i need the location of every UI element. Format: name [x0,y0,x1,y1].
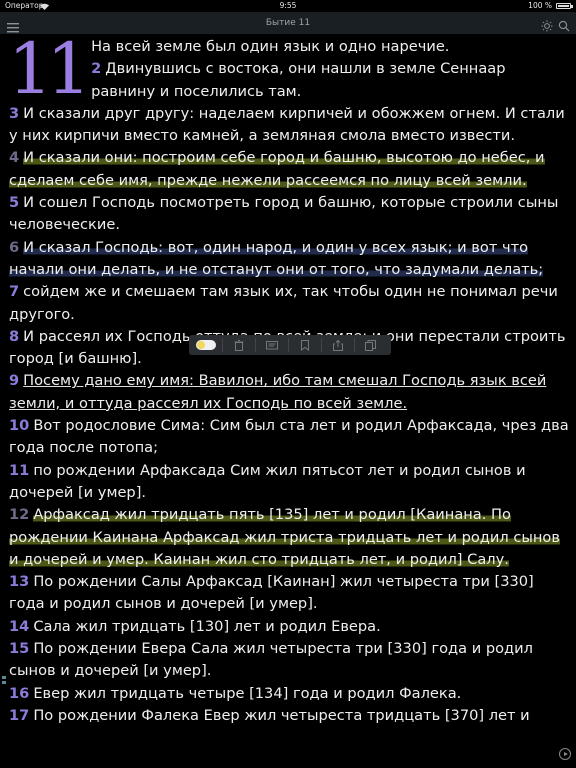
verse-number: 5 [9,194,20,212]
chapter-text: 11 На всей земле был один язык и одно на… [8,28,569,727]
verse-number: 13 [9,573,30,591]
verse-11[interactable]: 11 по рождении Арфаксада Сим жил пятьсот … [9,460,569,505]
verse-text: По рождении Евера Сала жил четыреста три… [9,640,533,680]
verse-9[interactable]: 9 Посему дано ему имя: Вавилон, ибо там с… [9,370,569,415]
verse-2[interactable]: 2 Двинувшись с востока, они нашли в земле… [9,58,569,103]
verse-12[interactable]: 12 Арфаксад жил тридцать пять [135] лет и… [9,504,569,571]
note-button[interactable] [255,335,288,355]
copy-button[interactable] [354,335,387,355]
verse-text: По рождении Салы Арфаксад [Каинан] жил ч… [9,573,534,613]
verse-text: И сказал Господь: вот, один народ, и оди… [9,238,544,278]
verse-text: по рождении Арфаксада Сим жил пятьсот ле… [9,461,526,501]
verse-number: 12 [9,506,30,524]
verse-number: 17 [9,706,30,724]
audio-play-icon[interactable] [559,748,571,760]
verse-5[interactable]: 5И сошел Господь посмотреть город и башн… [9,192,569,237]
verse-number: 15 [9,640,30,658]
verse-marker-icon [2,676,6,690]
share-button[interactable] [321,335,354,355]
battery-percent: 100 % [528,1,552,10]
verse-number: 11 [9,461,30,479]
verse-15[interactable]: 15 По рождении Евера Сала жил четыреста т… [9,638,569,683]
verse-number: 16 [9,684,30,702]
bookmark-button[interactable] [288,335,321,355]
search-icon[interactable] [558,17,570,36]
verse-number: 9 [9,372,20,390]
verse-16[interactable]: 16 Евер жил тридцать четыре [134] года и … [9,683,569,705]
brightness-icon[interactable] [541,17,553,36]
verse-text: По рождении Фалека Евер жил четыреста тр… [33,706,530,724]
note-icon [265,336,278,355]
verse-17[interactable]: 17 По рождении Фалека Евер жил четыреста … [9,705,569,727]
status-bar: Оператор 9:55 100 % [0,0,576,12]
verse-number: 4 [9,149,20,167]
verse-text: сойдем же и смешаем там язык их, так что… [9,283,558,323]
app-root: Оператор 9:55 100 % Бытие 11 11 На всей … [0,0,576,768]
verse-text: На всей земле был один язык и одно нареч… [91,38,450,55]
verse-text: Двинувшись с востока, они нашли в земле … [91,60,506,100]
chapter-dropcap: 11 [8,28,91,110]
verse-10[interactable]: 10 Вот родословие Сима: Сим был ста лет и… [9,415,569,460]
share-icon [332,336,343,355]
battery-icon [556,3,571,9]
verse-number: 10 [9,417,30,435]
copy-icon [365,336,376,355]
verse-number: 8 [9,327,20,345]
verse-text: Вот родословие Сима: Сим был ста лет и р… [9,417,569,457]
clock: 9:55 [279,1,297,10]
verse-6[interactable]: 6И сказал Господь: вот, один народ, и од… [9,237,569,282]
verse-text: Евер жил тридцать четыре [134] года и ро… [33,684,462,702]
highlight-toggle-icon [195,340,216,350]
trash-icon [234,336,244,355]
verse-text: Посему дано ему имя: Вавилон, ибо там см… [9,372,547,412]
bookmark-icon [300,336,309,355]
verse-action-toolbar [189,335,391,355]
verse-text: И сказали они: построим себе город и баш… [9,149,545,189]
verse-text: И сказали друг другу: наделаем кирпичей … [9,104,565,145]
verse-7[interactable]: 7 сойдем же и смешаем там язык их, так чт… [9,281,569,326]
verse-text: Арфаксад жил тридцать пять [135] лет и р… [9,506,560,568]
verse-3[interactable]: 3И сказали друг другу: наделаем кирпичей… [9,103,569,148]
verse-4[interactable]: 4И сказали они: построим себе город и ба… [9,147,569,192]
navigation-bar: Бытие 11 [0,12,576,34]
verse-number: 7 [9,283,20,301]
verse-text: Сала жил тридцать [130] лет и родил Евер… [33,617,381,635]
verse-number: 14 [9,617,30,635]
verse-text: И сошел Господь посмотреть город и башню… [9,194,559,234]
verse-14[interactable]: 14 Сала жил тридцать [130] лет и родил Ев… [9,616,569,638]
battery-tip [571,5,573,8]
delete-button[interactable] [222,335,255,355]
verse-number: 2 [91,60,102,78]
verse-1[interactable]: На всей земле был один язык и одно нареч… [9,36,569,58]
verse-number: 6 [9,238,20,256]
verse-13[interactable]: 13 По рождении Салы Арфаксад [Каинан] жил… [9,571,569,616]
chapter-title[interactable]: Бытие 11 [0,12,576,34]
verse-number: 3 [9,104,20,122]
highlight-toggle-button[interactable] [189,335,222,355]
